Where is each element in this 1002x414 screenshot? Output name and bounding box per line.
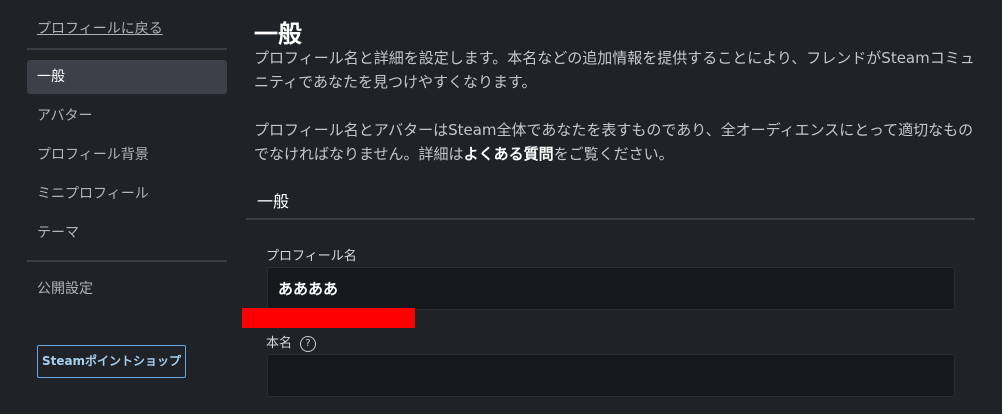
description-text: をご覧ください。 [553,145,674,163]
sidebar-item-mini-profile[interactable]: ミニプロフィール [27,177,227,211]
real-name-input[interactable] [267,354,955,397]
profile-name-input[interactable] [267,267,955,310]
description-paragraph-1: プロフィール名と詳細を設定します。本名などの追加情報を提供することにより、フレン… [254,49,975,91]
sidebar-item-profile-background[interactable]: プロフィール背景 [27,138,227,172]
section-divider [246,218,975,220]
sidebar-item-general[interactable]: 一般 [27,60,227,94]
sidebar-divider [27,48,227,50]
main-content: 一般 プロフィール名と詳細を設定します。本名などの追加情報を提供することにより、… [246,0,976,414]
description-paragraph-2: プロフィール名とアバターはSteam全体であなたを表すものであり、全オーディエン… [254,118,979,166]
sidebar: プロフィールに戻る 一般 アバター プロフィール背景 ミニプロフィール テーマ … [0,0,240,414]
profile-name-label: プロフィール名 [266,249,357,264]
real-name-label-row: 本名? [266,332,317,352]
sidebar-item-avatar[interactable]: アバター [27,99,227,133]
faq-link[interactable]: よくある質問 [464,145,554,163]
redaction-bar [242,308,415,328]
real-name-label: 本名 [266,336,293,351]
page-title: 一般 [254,20,302,48]
back-to-profile-link[interactable]: プロフィールに戻る [37,18,163,38]
sidebar-divider [27,260,227,262]
sidebar-item-theme[interactable]: テーマ [27,216,227,250]
help-icon[interactable]: ? [300,335,317,352]
points-shop-button[interactable]: Steamポイントショップ [37,345,186,378]
sidebar-item-privacy[interactable]: 公開設定 [27,272,227,306]
section-title: 一般 [257,192,290,211]
